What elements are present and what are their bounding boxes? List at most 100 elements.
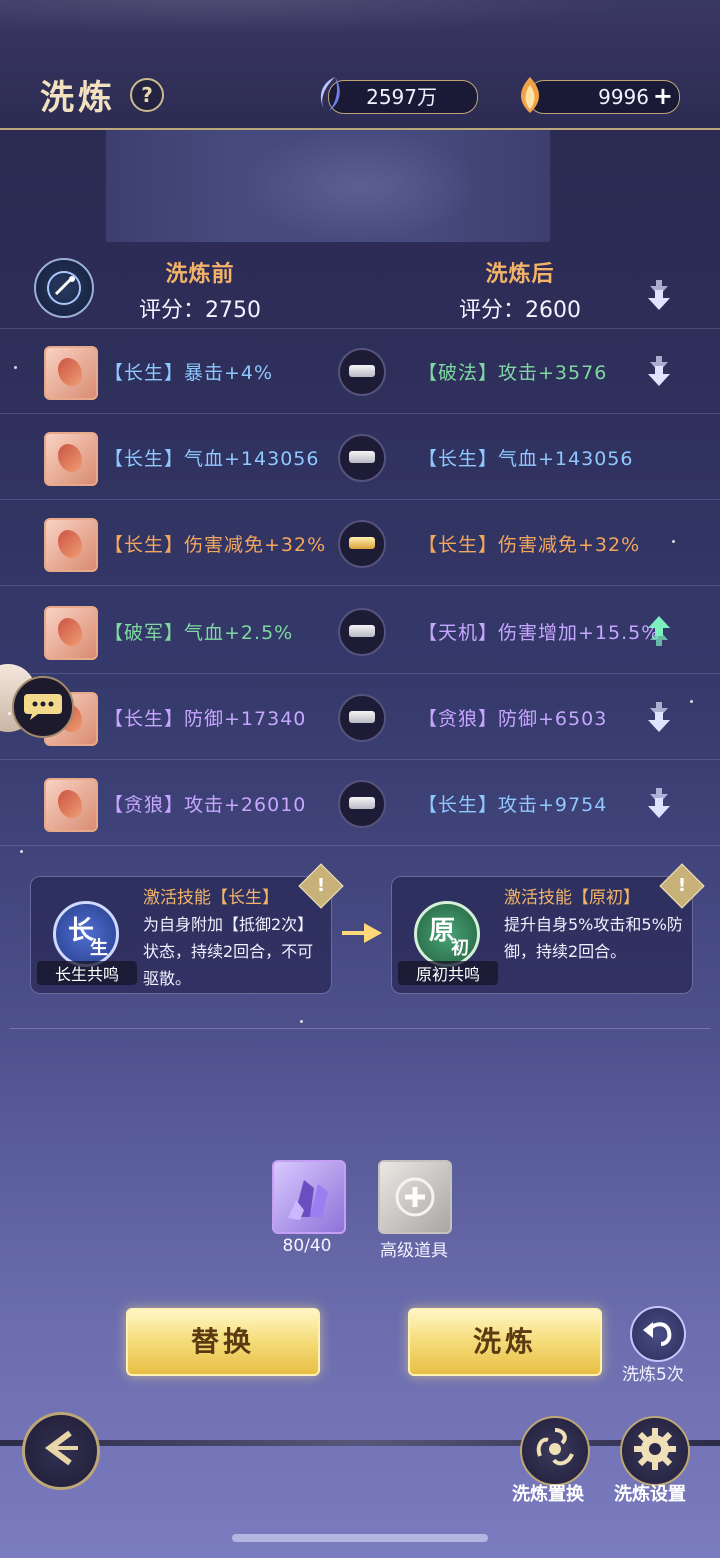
lock-toggle[interactable] [338, 434, 386, 482]
attribute-value: 攻击+26010 [184, 794, 307, 816]
attribute-after: 【贪狼】防御+6503 [418, 704, 607, 731]
section-divider [10, 1028, 710, 1029]
attribute-tag: 【贪狼】 [418, 708, 499, 730]
lock-toggle[interactable] [338, 520, 386, 568]
attribute-before: 【长生】伤害减免+32% [104, 530, 326, 557]
attribute-value: 气血+143056 [184, 448, 320, 470]
currency-silver: 2597万 [320, 77, 478, 114]
stat-down-arrow-icon [648, 788, 670, 818]
after-score: 评分：2600 [459, 298, 581, 323]
skill-title: 激活技能【长生】 [143, 888, 279, 908]
skill-badge-yuanchu: 原 初 [414, 901, 480, 967]
attribute-row: 【长生】气血+143056 【长生】气血+143056 [0, 414, 720, 500]
warning-mark: ! [316, 875, 326, 896]
attribute-value: 暴击+4% [184, 362, 274, 384]
refine-button[interactable]: 洗炼 [408, 1308, 602, 1376]
refine-5x-button[interactable] [630, 1306, 686, 1362]
lock-toggle[interactable] [338, 780, 386, 828]
background-star [672, 540, 675, 543]
banner-emblem [240, 130, 480, 242]
attribute-after: 【天机】伤害增加+15.5% [418, 618, 660, 645]
attribute-tag: 【长生】 [104, 708, 185, 730]
question-icon[interactable]: ? [130, 78, 164, 112]
background-star [8, 712, 11, 715]
skill-caption: 原初共鸣 [398, 961, 498, 985]
attribute-tag: 【天机】 [418, 622, 499, 644]
attribute-value: 气血+2.5% [184, 622, 294, 644]
before-title: 洗炼前 [165, 262, 235, 287]
score-down-arrow-icon [648, 280, 670, 310]
attribute-tag: 【长生】 [104, 362, 185, 384]
attribute-tag: 【长生】 [418, 448, 499, 470]
page-title: 洗炼 [40, 78, 116, 118]
skill-description: 提升自身5%攻击和5%防御，持续2回合。 [504, 915, 683, 961]
crystal-icon [288, 1180, 328, 1220]
attribute-tag: 【贪狼】 [104, 794, 185, 816]
stat-down-arrow-icon [648, 356, 670, 386]
settings-button[interactable] [620, 1416, 690, 1486]
crystal-count: 80/40 [282, 1236, 332, 1256]
attribute-before: 【贪狼】攻击+26010 [104, 790, 306, 817]
attribute-row: 【长生】伤害减免+32% 【长生】伤害减免+32% [0, 500, 720, 586]
moon-crystal-icon [320, 77, 340, 111]
background-star [300, 1020, 303, 1023]
stat-up-arrow-icon [648, 616, 670, 646]
attribute-tag: 【长生】 [418, 534, 499, 556]
skill-card-before[interactable]: 长 生 长生共鸣 激活技能【长生】 为自身附加【抵御2次】状态，持续2回合，不可… [30, 876, 332, 994]
equipment-item-icon[interactable] [44, 606, 98, 660]
lock-toggle[interactable] [338, 694, 386, 742]
attribute-row: 【长生】防御+17340 【贪狼】防御+6503 [0, 674, 720, 760]
equipment-item-icon[interactable] [44, 432, 98, 486]
add-gem-button[interactable]: + [653, 84, 673, 108]
attribute-tag: 【长生】 [104, 534, 185, 556]
attribute-value: 攻击+9754 [498, 794, 608, 816]
attribute-tag: 【破军】 [104, 622, 185, 644]
attribute-after: 【破法】攻击+3576 [418, 358, 607, 385]
attribute-before: 【长生】气血+143056 [104, 444, 319, 471]
gear-icon [634, 1428, 676, 1470]
back-button[interactable] [22, 1412, 100, 1490]
equipment-item-icon[interactable] [44, 346, 98, 400]
back-arrow-icon [45, 1430, 78, 1466]
attribute-row: 【长生】暴击+4% 【破法】攻击+3576 [0, 328, 720, 414]
attribute-row: 【破军】气血+2.5% 【天机】伤害增加+15.5% [0, 588, 720, 674]
advanced-item-label: 高级道具 [380, 1241, 448, 1261]
attribute-tag: 【破法】 [418, 362, 499, 384]
attribute-tag: 【长生】 [418, 794, 499, 816]
bottom-bar [0, 1440, 720, 1446]
attribute-value: 伤害减免+32% [498, 534, 641, 556]
replace-button[interactable]: 替换 [126, 1308, 320, 1376]
arrow-right-icon [342, 923, 382, 943]
flame-gem-icon [520, 77, 540, 113]
lock-toggle[interactable] [338, 608, 386, 656]
swirl-icon [536, 1428, 574, 1466]
attribute-tag: 【长生】 [104, 448, 185, 470]
attribute-value: 伤害增加+15.5% [498, 622, 661, 644]
equipment-item-icon[interactable] [44, 778, 98, 832]
reset-button[interactable] [520, 1416, 590, 1486]
chat-dots-icon [24, 694, 62, 720]
equipment-item-icon[interactable] [44, 518, 98, 572]
refine-crystal-slot[interactable] [272, 1160, 346, 1234]
after-title: 洗炼后 [485, 262, 555, 287]
compass-glyph-icon [47, 271, 81, 305]
reset-label: 洗炼置换 [512, 1484, 584, 1505]
attribute-after: 【长生】攻击+9754 [418, 790, 607, 817]
chat-bubble-icon[interactable] [12, 676, 74, 738]
background-star [14, 366, 17, 369]
skill-description: 为自身附加【抵御2次】状态，持续2回合，不可驱散。 [143, 915, 314, 988]
skill-card-after[interactable]: 原 初 原初共鸣 激活技能【原初】 提升自身5%攻击和5%防御，持续2回合。 [391, 876, 693, 994]
after-column-header: 洗炼后 评分：2600 [440, 256, 600, 324]
attribute-before: 【破军】气血+2.5% [104, 618, 293, 645]
attribute-value: 伤害减免+32% [184, 534, 327, 556]
currency-gem[interactable]: 9996 + [520, 77, 680, 114]
home-indicator[interactable] [232, 1534, 488, 1542]
refine-5x-label: 洗炼5次 [622, 1365, 684, 1385]
row-divider [0, 845, 720, 846]
currency-silver-value: 2597万 [366, 85, 437, 109]
skill-caption: 长生共鸣 [37, 961, 137, 985]
attribute-value: 气血+143056 [498, 448, 634, 470]
lock-toggle[interactable] [338, 348, 386, 396]
advanced-item-slot[interactable] [378, 1160, 452, 1234]
attribute-row: 【贪狼】攻击+26010 【长生】攻击+9754 [0, 760, 720, 846]
